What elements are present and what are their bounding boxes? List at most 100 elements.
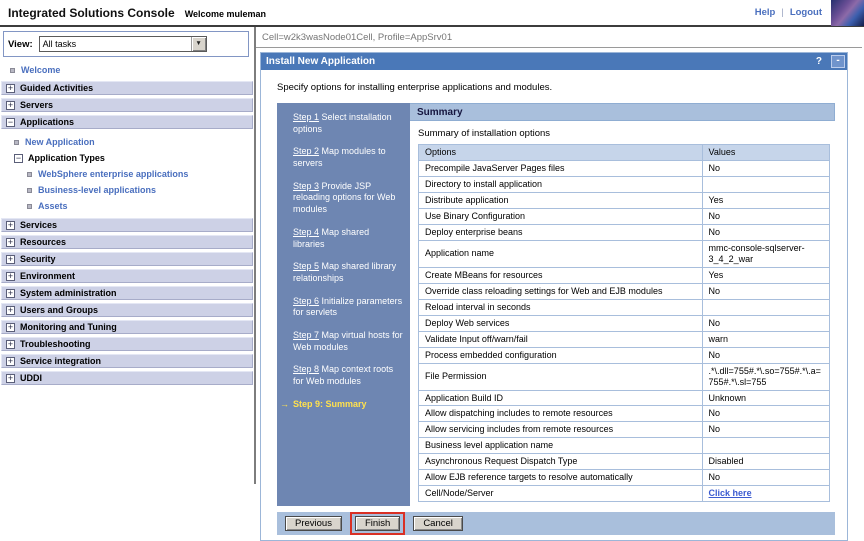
table-row: Distribute application Yes [419,192,830,208]
expand-icon[interactable]: + [6,272,15,281]
table-row: Asynchronous Request Dispatch Type Disab… [419,454,830,470]
sidebar-section-troubleshooting[interactable]: + Troubleshooting [1,337,253,351]
sidebar-section-applications[interactable]: − Applications [1,115,253,129]
sidebar-section-guided-activities[interactable]: + Guided Activities [1,81,253,95]
step-1-link[interactable]: Step 1 [293,112,319,122]
sidebar-section-users-and-groups[interactable]: + Users and Groups [1,303,253,317]
step-4-link[interactable]: Step 4 [293,227,319,237]
sidebar-section-monitoring-and-tuning[interactable]: + Monitoring and Tuning [1,320,253,334]
bullet-square-icon [10,68,15,73]
intro-text: Specify options for installing enterpris… [277,82,840,93]
step-6-link[interactable]: Step 6 [293,296,319,306]
page-title: Install New Application [266,56,816,67]
table-row: Allow dispatching includes to remote res… [419,406,830,422]
sidebar-section-services[interactable]: + Services [1,218,253,232]
table-row: Allow EJB reference targets to resolve a… [419,470,830,486]
expand-icon[interactable]: + [6,340,15,349]
expand-icon[interactable]: + [6,289,15,298]
navigation-sidebar: View: All tasks ▼ Welcome + Guided Activ… [0,27,256,484]
panel-body: Specify options for installing enterpris… [261,70,847,540]
expand-icon[interactable]: + [6,84,15,93]
step-8-link[interactable]: Step 8 [293,364,319,374]
help-icon[interactable]: ? [816,56,822,67]
cancel-button[interactable]: Cancel [413,516,463,531]
sidebar-section-uddi[interactable]: + UDDI [1,371,253,385]
expand-icon[interactable]: + [6,238,15,247]
sidebar-item-business-level-applications[interactable]: Business-level applications [27,185,254,195]
table-row: Directory to install application [419,176,830,192]
collapse-icon[interactable]: − [14,154,23,163]
table-row: Validate Input off/warn/fail warn [419,331,830,347]
summary-header: Summary [410,103,835,121]
step-2-link[interactable]: Step 2 [293,146,319,156]
step-5-link[interactable]: Step 5 [293,261,319,271]
table-row: Application Build ID Unknown [419,390,830,406]
sidebar-item-welcome[interactable]: Welcome [0,62,254,81]
summary-panel: Summary Summary of installation options … [410,103,835,506]
console-title: Integrated Solutions Console [8,6,175,20]
dropdown-arrow-icon[interactable]: ▼ [191,37,206,51]
sidebar-section-servers[interactable]: + Servers [1,98,253,112]
minimize-icon[interactable]: - [831,55,845,68]
breadcrumb: Cell=w2k3wasNode01Cell, Profile=AppSrv01 [256,27,862,48]
summary-table: Options Values Precompile JavaServer Pag… [418,144,830,502]
sidebar-section-system-administration[interactable]: + System administration [1,286,253,300]
sidebar-item-assets[interactable]: Assets [27,201,254,211]
table-row: Business level application name [419,438,830,454]
collapse-icon[interactable]: − [6,118,15,127]
view-selector-box: View: All tasks ▼ [3,31,249,57]
sidebar-section-environment[interactable]: + Environment [1,269,253,283]
welcome-user-text: Welcome muleman [185,9,266,19]
applications-section-content: New Application − Application Types WebS… [0,132,254,218]
wizard-button-bar: Previous Finish Cancel [277,512,835,535]
sidebar-item-websphere-enterprise-applications[interactable]: WebSphere enterprise applications [27,169,254,179]
step-7-link[interactable]: Step 7 [293,330,319,340]
install-new-application-panel: Install New Application ? - Specify opti… [260,52,848,541]
bullet-square-icon [27,172,32,177]
table-row: Override class reloading settings for We… [419,283,830,299]
previous-button[interactable]: Previous [285,516,342,531]
summary-subtitle: Summary of installation options [418,128,832,139]
step-3-link[interactable]: Step 3 [293,181,319,191]
link-separator: | [781,7,783,18]
column-header-options: Options [419,145,703,161]
expand-icon[interactable]: + [6,323,15,332]
finish-button[interactable]: Finish [355,516,400,531]
wizard-step-6: Step 6 Initialize parameters for servlet… [293,296,403,319]
wizard-step-2: Step 2 Map modules to servers [293,146,403,169]
summary-body: Summary of installation options Options … [410,121,835,506]
table-header-row: Options Values [419,145,830,161]
top-banner: Integrated Solutions Console Welcome mul… [0,0,864,27]
sidebar-item-new-application[interactable]: New Application [14,137,254,147]
finish-highlight-annotation: Finish [350,512,405,535]
sidebar-section-resources[interactable]: + Resources [1,235,253,249]
wizard-step-7: Step 7 Map virtual hosts for Web modules [293,330,403,353]
table-row: Use Binary Configuration No [419,208,830,224]
table-row: File Permission .*\.dll=755#.*\.so=755#.… [419,363,830,390]
brand-banner-image [831,0,864,26]
application-types-children: WebSphere enterprise applications Busine… [14,169,254,211]
wizard-step-4: Step 4 Map shared libraries [293,227,403,250]
current-step-arrow-icon: → [280,399,289,411]
expand-icon[interactable]: + [6,101,15,110]
welcome-link[interactable]: Welcome [21,65,60,75]
expand-icon[interactable]: + [6,357,15,366]
bullet-square-icon [14,140,19,145]
sidebar-section-service-integration[interactable]: + Service integration [1,354,253,368]
wizard-step-1: Step 1 Select installation options [293,112,403,135]
expand-icon[interactable]: + [6,374,15,383]
table-row: Reload interval in seconds [419,299,830,315]
banner-links: Help | Logout [755,7,822,18]
main-content: Cell=w2k3wasNode01Cell, Profile=AppSrv01… [256,27,864,484]
view-task-select[interactable]: All tasks ▼ [39,36,207,52]
help-link[interactable]: Help [755,7,776,18]
sidebar-section-security[interactable]: + Security [1,252,253,266]
expand-icon[interactable]: + [6,306,15,315]
expand-icon[interactable]: + [6,221,15,230]
wizard-step-8: Step 8 Map context roots for Web modules [293,364,403,387]
click-here-link[interactable]: Click here [709,488,752,498]
expand-icon[interactable]: + [6,255,15,264]
table-row: Allow servicing includes from remote res… [419,422,830,438]
sidebar-item-application-types[interactable]: − Application Types [14,153,254,163]
logout-link[interactable]: Logout [790,7,822,18]
